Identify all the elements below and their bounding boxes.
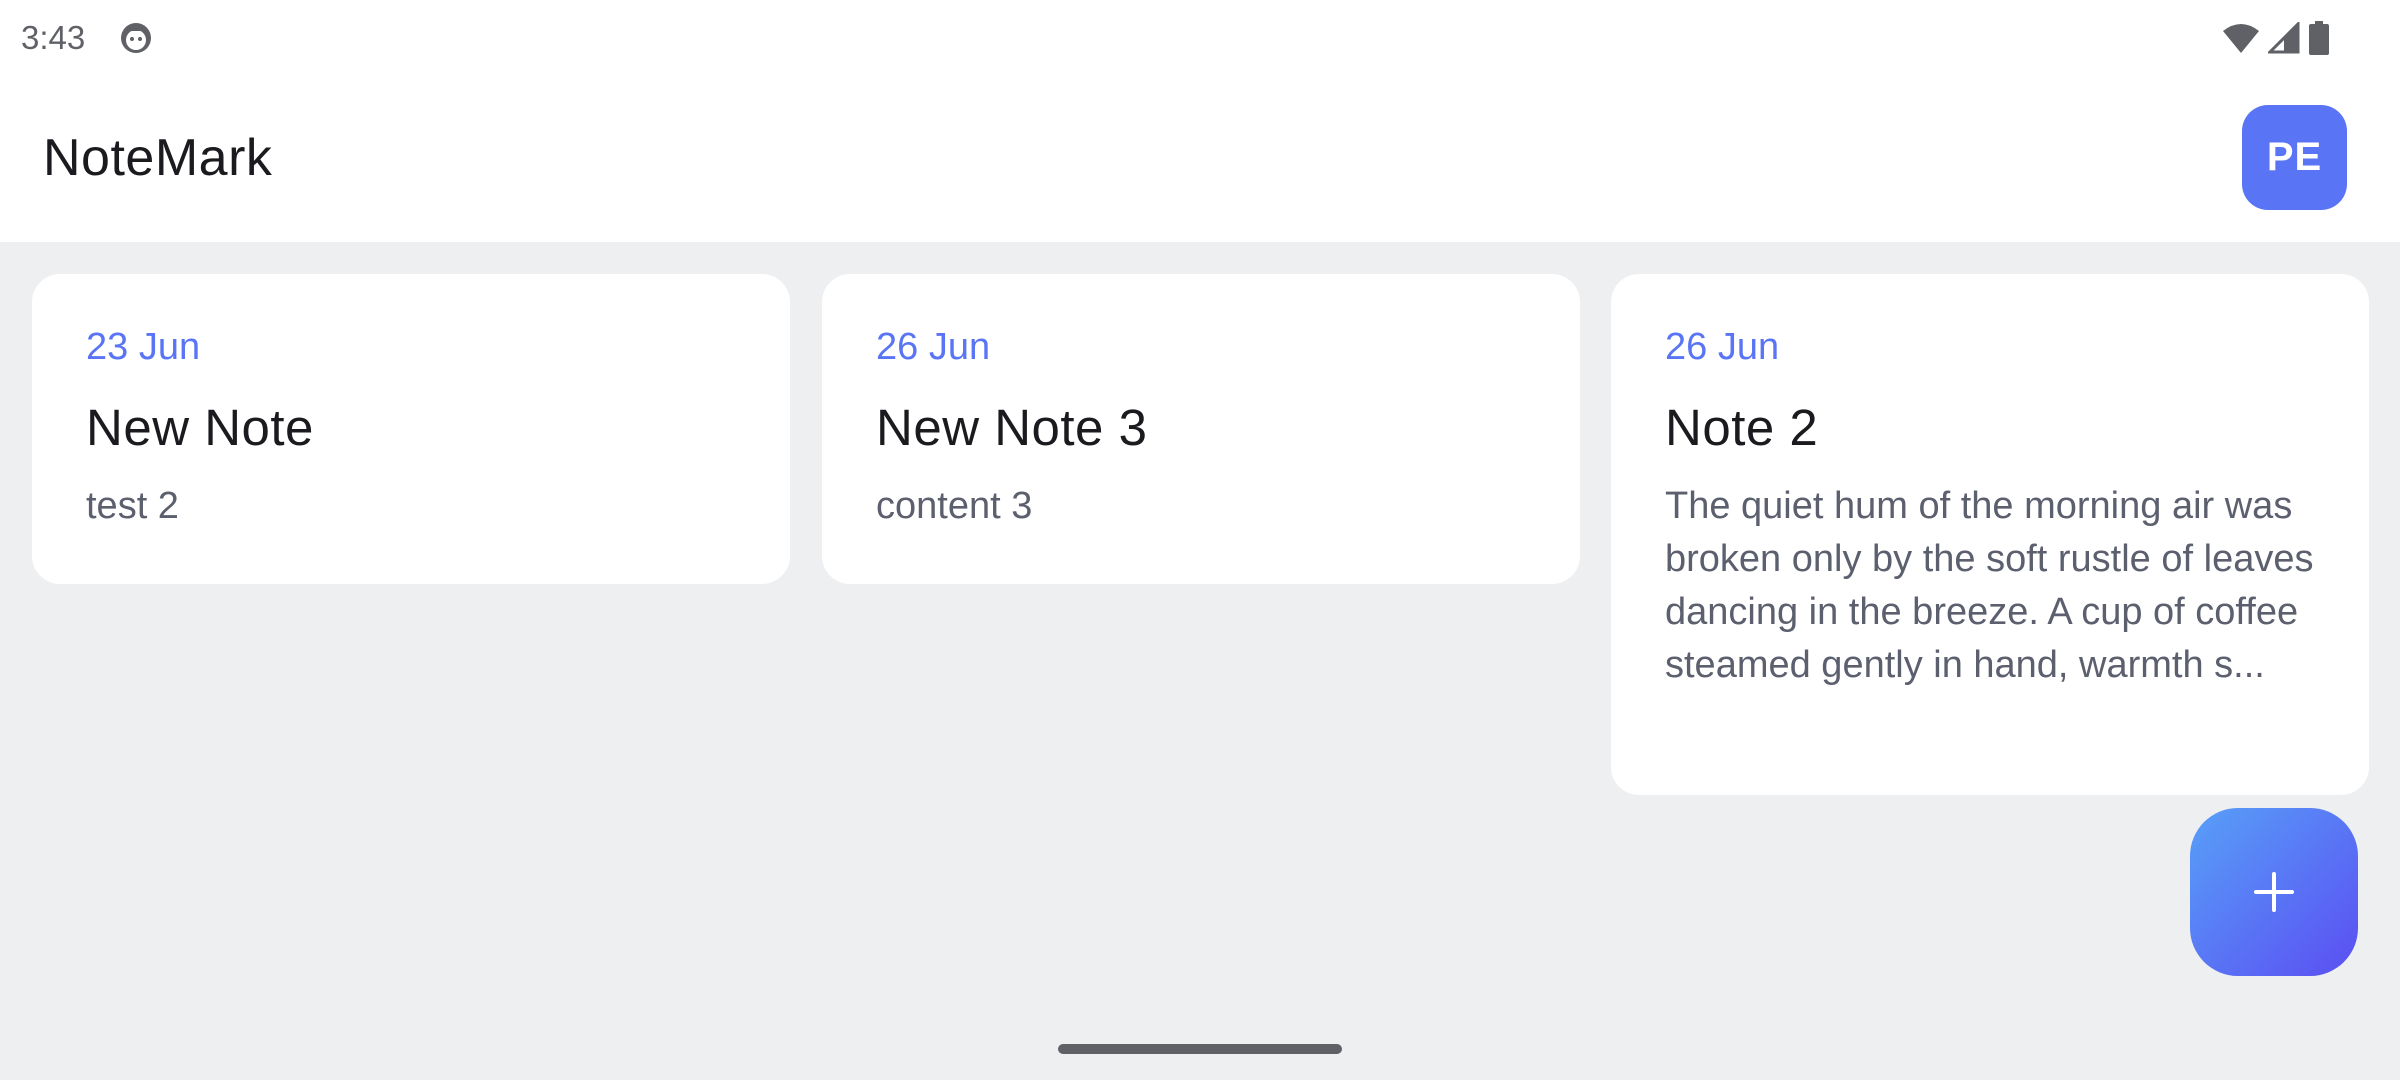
note-date: 26 Jun	[876, 326, 991, 368]
note-card[interactable]: 26 Jun New Note 3 content 3	[822, 274, 1580, 584]
note-card[interactable]: 26 Jun Note 2 The quiet hum of the morni…	[1611, 274, 2369, 795]
note-preview: content 3	[876, 485, 1033, 527]
app-title: NoteMark	[43, 129, 273, 187]
note-date: 23 Jun	[86, 326, 201, 368]
cellular-signal-icon	[2268, 22, 2300, 54]
note-preview: test 2	[86, 485, 179, 527]
status-bar: 3:43	[0, 0, 2400, 78]
note-title: New Note 3	[876, 399, 1148, 456]
battery-icon	[2309, 21, 2329, 55]
profile-avatar-button[interactable]: PE	[2242, 105, 2347, 210]
note-date: 26 Jun	[1665, 326, 1780, 368]
plus-icon	[2254, 872, 2294, 912]
status-icons	[2222, 18, 2330, 58]
note-preview: The quiet hum of the morning air was bro…	[1665, 485, 2314, 686]
note-title: Note 2	[1665, 399, 1819, 456]
status-time: 3:43	[21, 19, 86, 56]
wifi-icon	[2223, 24, 2259, 53]
note-card[interactable]: 23 Jun New Note test 2	[32, 274, 790, 584]
android-face-icon	[121, 23, 151, 53]
note-title: New Note	[86, 399, 314, 456]
app-bar: NoteMark PE	[0, 78, 2400, 242]
home-indicator[interactable]	[1058, 1044, 1342, 1054]
add-note-button[interactable]	[2190, 808, 2358, 976]
